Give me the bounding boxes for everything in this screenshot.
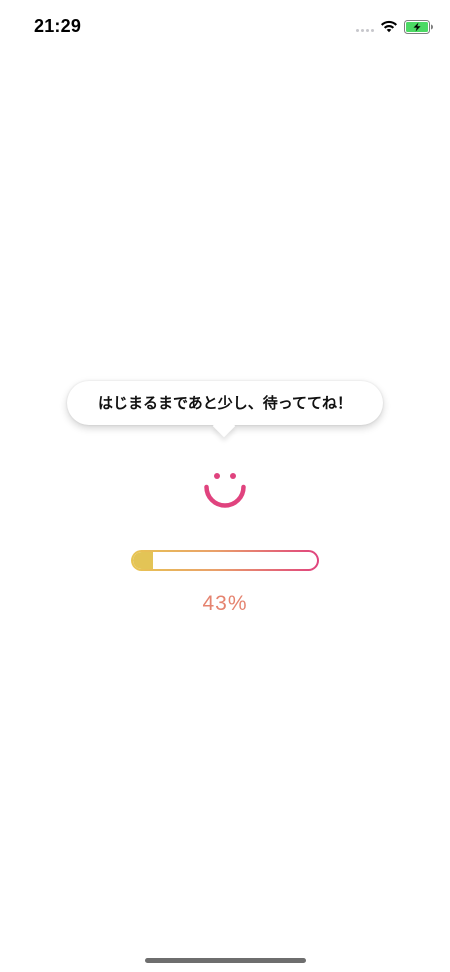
smiley-icon bbox=[204, 473, 246, 508]
battery-icon bbox=[404, 20, 433, 34]
progress-bar bbox=[131, 550, 319, 571]
progress-fill bbox=[133, 552, 154, 569]
cellular-signal-icon bbox=[356, 29, 374, 33]
home-indicator bbox=[145, 958, 306, 963]
wifi-icon bbox=[381, 20, 397, 33]
status-time: 21:29 bbox=[34, 16, 82, 36]
progress-percent-label: 43% bbox=[202, 592, 248, 615]
speech-bubble-message: はじまるまであと少し、待っててね！ bbox=[97, 394, 353, 412]
status-bar: 21:29 bbox=[0, 0, 450, 52]
